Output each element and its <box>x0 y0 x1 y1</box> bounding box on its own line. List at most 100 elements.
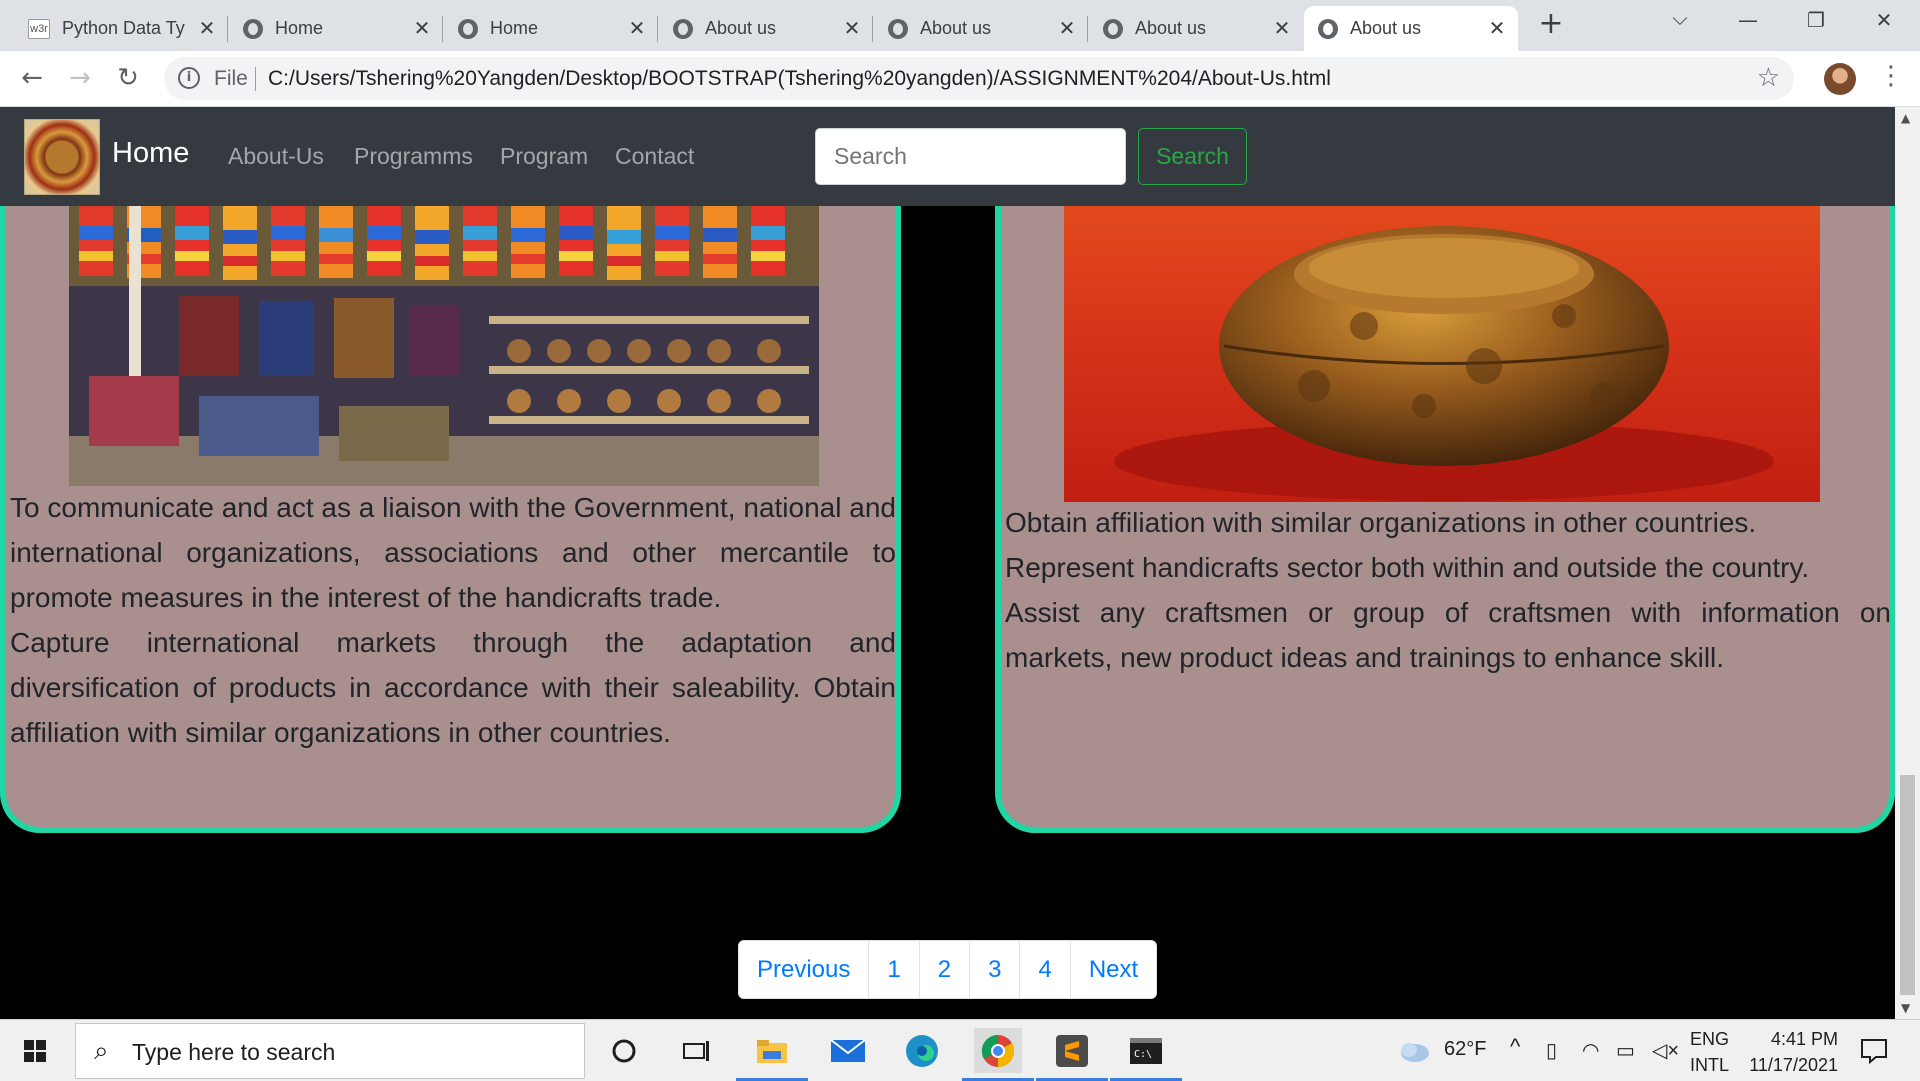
clock-time: 4:41 PM <box>1770 1029 1838 1049</box>
device-icon[interactable]: ▯ <box>1546 1038 1557 1063</box>
battery-icon[interactable]: ▭ <box>1616 1038 1635 1063</box>
wooden-bowl-image <box>1064 206 1820 502</box>
scrollbar-thumb[interactable] <box>1900 775 1915 995</box>
tab-title: Python Data Ty <box>62 18 185 38</box>
pagination: Previous 1 2 3 4 Next <box>738 940 1158 999</box>
close-tab-icon[interactable]: ✕ <box>1484 16 1510 41</box>
brand-logo[interactable] <box>24 119 100 195</box>
tab-about-us-2[interactable]: About us ✕ <box>874 6 1088 51</box>
tab-title: About us <box>705 18 777 38</box>
scroll-up-arrow-icon[interactable]: ▲ <box>1901 111 1910 125</box>
tab-title: Home <box>490 18 539 38</box>
scheme-label: File <box>214 67 248 90</box>
forward-button[interactable]: → <box>64 63 96 95</box>
close-tab-icon[interactable]: ✕ <box>1054 16 1080 41</box>
nav-link-about-us[interactable]: About-Us <box>228 143 324 170</box>
globe-icon <box>673 18 693 39</box>
restore-button[interactable]: ❐ <box>1796 8 1836 32</box>
search-button[interactable]: Search <box>1138 128 1247 185</box>
taskbar-search-box[interactable]: ⌕ Type here to search <box>75 1023 585 1079</box>
mail-icon[interactable] <box>824 1028 872 1073</box>
pagination-previous[interactable]: Previous <box>739 941 869 998</box>
card-paragraph: Represent handicrafts sector both within… <box>1005 552 1810 583</box>
pagination-page-1[interactable]: 1 <box>868 941 919 998</box>
chrome-browser-icon[interactable] <box>962 1028 1034 1081</box>
task-view-icon[interactable] <box>672 1028 720 1073</box>
address-bar[interactable]: i File C:/Users/Tshering%20Yangden/Deskt… <box>164 57 1794 100</box>
tab-home-1[interactable]: Home ✕ <box>229 6 443 51</box>
tab-python-data-types[interactable]: w3r Python Data Ty ✕ <box>14 6 228 51</box>
globe-icon <box>243 18 263 39</box>
page-viewport: To communicate and act as a liaison with… <box>0 107 1920 1019</box>
search-input[interactable] <box>815 128 1126 185</box>
weather-temperature[interactable]: 62°F <box>1444 1038 1486 1061</box>
language-code: ENG <box>1690 1029 1730 1049</box>
url-text[interactable]: C:/Users/Tshering%20Yangden/Desktop/BOOT… <box>268 67 1331 91</box>
show-hidden-icons-chevron-icon[interactable]: ^ <box>1510 1034 1520 1060</box>
command-prompt-icon[interactable]: C:\ <box>1110 1028 1182 1081</box>
profile-avatar[interactable] <box>1824 63 1856 95</box>
close-tab-icon[interactable]: ✕ <box>1269 16 1295 41</box>
nav-link-contact[interactable]: Contact <box>615 143 694 170</box>
browser-menu-icon[interactable]: ⋮ <box>1878 61 1904 91</box>
card-paragraph: To communicate and act as a liaison with… <box>10 492 896 613</box>
speaker-muted-icon[interactable]: ◁× <box>1652 1038 1679 1063</box>
tab-separator <box>442 16 443 42</box>
info-icon[interactable]: i <box>178 67 200 89</box>
tab-title: About us <box>1350 18 1422 38</box>
close-window-button[interactable]: ✕ <box>1864 8 1904 32</box>
omnibox-divider <box>255 67 256 91</box>
close-tab-icon[interactable]: ✕ <box>194 16 220 41</box>
notification-center-icon[interactable] <box>1850 1028 1898 1073</box>
tab-strip: w3r Python Data Ty ✕ Home ✕ Home ✕ About… <box>0 0 1920 51</box>
tab-separator <box>227 16 228 42</box>
sublime-text-icon[interactable] <box>1036 1028 1108 1081</box>
new-tab-button[interactable]: + <box>1536 9 1566 40</box>
back-button[interactable]: ← <box>16 63 48 95</box>
search-icon: ⌕ <box>94 1036 109 1066</box>
handicraft-shop-image <box>69 206 819 486</box>
card-paragraph: Obtain affiliation with similar organiza… <box>1005 507 1757 538</box>
wifi-icon[interactable]: ◠ <box>1582 1038 1599 1063</box>
tab-about-us-3[interactable]: About us ✕ <box>1089 6 1303 51</box>
close-tab-icon[interactable]: ✕ <box>839 16 865 41</box>
close-tab-icon[interactable]: ✕ <box>409 16 435 41</box>
tab-about-us-active[interactable]: About us ✕ <box>1304 6 1518 51</box>
weather-cloud-icon[interactable] <box>1390 1028 1438 1073</box>
tab-title: About us <box>920 18 992 38</box>
page-scrollbar[interactable]: ▲ ▼ <box>1895 107 1920 1019</box>
bookmark-star-icon[interactable]: ☆ <box>1757 63 1780 93</box>
file-explorer-icon[interactable] <box>736 1028 808 1081</box>
navbar-brand-home[interactable]: Home <box>112 137 189 170</box>
globe-icon <box>1103 18 1123 39</box>
reload-button[interactable]: ↻ <box>112 63 144 95</box>
tab-home-2[interactable]: Home ✕ <box>444 6 658 51</box>
windows-start-icon[interactable] <box>24 1040 46 1062</box>
pagination-next[interactable]: Next <box>1069 941 1157 998</box>
close-tab-icon[interactable]: ✕ <box>624 16 650 41</box>
system-clock[interactable]: 4:41 PM 11/17/2021 <box>1742 1026 1838 1078</box>
input-language-indicator[interactable]: ENG INTL <box>1690 1026 1729 1078</box>
card-paragraph: Assist any craftsmen or group of craftsm… <box>1005 597 1891 673</box>
card-paragraph: Capture international markets through th… <box>10 627 896 748</box>
taskbar-search-placeholder: Type here to search <box>132 1039 336 1065</box>
globe-icon <box>458 18 478 39</box>
globe-icon <box>1318 18 1338 39</box>
cortana-icon[interactable] <box>600 1028 648 1073</box>
windows-taskbar: ⌕ Type here to search C:\ 62°F ^ ▯ ◠ ▭ ◁… <box>0 1019 1920 1081</box>
edge-browser-icon[interactable] <box>898 1028 946 1073</box>
nav-link-programms[interactable]: Programms <box>354 143 473 170</box>
pagination-page-4[interactable]: 4 <box>1019 941 1070 998</box>
svg-text:C:\: C:\ <box>1134 1049 1152 1060</box>
tab-separator <box>872 16 873 42</box>
scroll-down-arrow-icon[interactable]: ▼ <box>1901 1001 1910 1015</box>
minimize-button[interactable]: — <box>1728 8 1768 32</box>
tab-title: About us <box>1135 18 1207 38</box>
tab-search-chevron-icon[interactable]: ⌵ <box>1660 6 1700 30</box>
pagination-page-3[interactable]: 3 <box>969 941 1020 998</box>
nav-link-program[interactable]: Program <box>500 143 588 170</box>
pagination-page-2[interactable]: 2 <box>918 941 970 998</box>
keyboard-layout: INTL <box>1690 1055 1730 1075</box>
card-left-text: To communicate and act as a liaison with… <box>10 485 896 755</box>
tab-about-us-1[interactable]: About us ✕ <box>659 6 873 51</box>
